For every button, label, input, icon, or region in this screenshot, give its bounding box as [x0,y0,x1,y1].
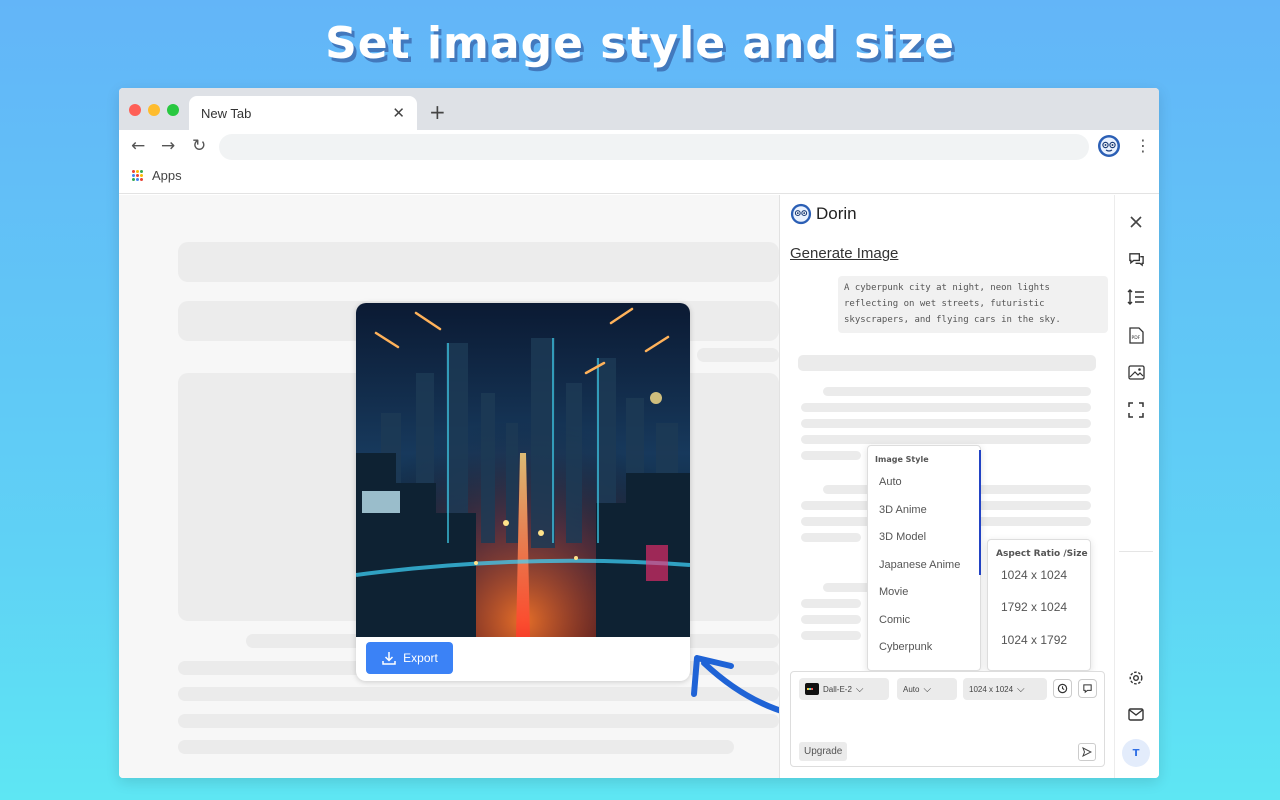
style-option-movie[interactable]: Movie [879,586,908,598]
composer: Dall-E-2 ⌵ Auto ⌵ 1024 x 1024 ⌵ Upgrade [790,671,1105,767]
loading-placeholder [801,631,861,640]
size-select-value: 1024 x 1024 [969,684,1014,694]
size-option-1024x1024[interactable]: 1024 x 1024 [1001,568,1067,582]
window-maximize-dot[interactable] [167,104,179,116]
sidebar-rail: PDF T [1114,195,1159,778]
window-close-dot[interactable] [129,104,141,116]
page-headline: Set image style and size [325,18,955,69]
style-select-value: Auto [903,684,920,694]
placeholder-line [697,348,779,362]
dorin-side-panel: Dorin Generate Image A cyberpunk city at… [779,195,1114,778]
settings-icon[interactable] [1127,669,1145,687]
model-logo-icon [805,683,819,695]
size-option-1792x1024[interactable]: 1792 x 1024 [1001,600,1067,614]
send-button[interactable] [1078,743,1096,761]
line-spacing-icon[interactable] [1127,288,1145,306]
style-option-3d-model[interactable]: 3D Model [879,531,926,543]
loading-placeholder [801,615,861,624]
history-button[interactable] [1053,679,1072,698]
menu-scroll-indicator [979,450,981,575]
style-option-japanese-anime[interactable]: Japanese Anime [879,559,960,571]
svg-text:PDF: PDF [1131,335,1140,341]
image-style-menu-title: Image Style [875,455,929,464]
chevron-down-icon: ⌵ [855,683,864,695]
size-option-1024x1792[interactable]: 1024 x 1792 [1001,633,1067,647]
mail-icon[interactable] [1127,705,1145,723]
image-style-menu: Image Style Auto 3D Anime 3D Model Japan… [867,445,981,671]
send-icon [1082,747,1092,757]
style-option-3d-anime[interactable]: 3D Anime [879,504,927,516]
chat-icon[interactable] [1127,250,1145,268]
history-icon [1057,683,1068,694]
placeholder-block [178,242,779,282]
loading-placeholder [801,419,1091,428]
tab-close-icon[interactable]: ✕ [392,104,405,122]
chat-bubble-icon [1083,684,1092,694]
model-select-value: Dall-E-2 [823,684,852,694]
back-icon[interactable]: ← [131,136,145,156]
prompt-message: A cyberpunk city at night, neon lights r… [838,276,1108,333]
new-tab-button[interactable]: + [429,100,446,124]
address-bar[interactable] [219,134,1089,160]
aspect-ratio-menu: Aspect Ratio /Size 1024 x 1024 1792 x 10… [987,539,1091,671]
style-option-comic[interactable]: Comic [879,614,910,626]
dorin-logo-icon [790,203,812,225]
browser-toolbar: ← → ↻ ⋮ [119,130,1159,166]
dorin-extension-icon[interactable] [1097,134,1121,162]
style-select[interactable]: Auto ⌵ [897,678,957,700]
reload-icon[interactable]: ↻ [192,136,206,156]
model-select[interactable]: Dall-E-2 ⌵ [799,678,889,700]
loading-placeholder [823,387,1091,396]
chevron-down-icon: ⌵ [1017,683,1025,695]
bookmark-apps-label[interactable]: Apps [152,168,182,183]
window-minimize-dot[interactable] [148,104,160,116]
loading-placeholder [801,403,1091,412]
placeholder-line [178,714,779,728]
image-icon[interactable] [1127,363,1145,381]
style-option-cyberpunk[interactable]: Cyberpunk [879,641,932,653]
export-label: Export [403,651,438,665]
pdf-icon[interactable]: PDF [1127,326,1145,344]
rail-divider [1119,551,1153,552]
loading-placeholder [801,435,1091,444]
dorin-brand: Dorin [790,203,857,225]
loading-placeholder [798,355,1096,371]
loading-placeholder [801,599,861,608]
generate-image-title[interactable]: Generate Image [790,245,898,262]
bookmarks-bar [119,166,1159,194]
generated-image-card: Export [356,303,690,681]
upgrade-button[interactable]: Upgrade [799,742,848,761]
tab-new-tab[interactable]: New Tab ✕ [189,96,417,130]
browser-window: New Tab ✕ + ← → ↻ ⋮ Apps Export Dorin Ge… [119,88,1159,778]
generated-cyberpunk-city-image[interactable] [356,303,690,637]
tab-title: New Tab [201,105,252,121]
tab-bar: New Tab ✕ + [119,88,1159,130]
user-avatar[interactable]: T [1122,739,1150,767]
new-chat-button[interactable] [1078,679,1097,698]
style-option-auto[interactable]: Auto [879,476,902,488]
loading-placeholder [801,533,861,542]
chevron-down-icon: ⌵ [923,683,932,695]
aspect-ratio-menu-title: Aspect Ratio /Size [996,549,1088,559]
apps-grid-icon[interactable] [132,170,144,182]
close-icon[interactable] [1127,213,1145,231]
loading-placeholder [801,451,861,460]
browser-menu-icon[interactable]: ⋮ [1135,136,1151,155]
placeholder-line [178,740,734,754]
export-button[interactable]: Export [366,642,453,674]
download-icon [382,652,396,665]
screenshot-icon[interactable] [1127,401,1145,419]
brand-name: Dorin [816,204,857,223]
placeholder-line [178,687,779,701]
size-select[interactable]: 1024 x 1024 ⌵ [963,678,1047,700]
forward-icon[interactable]: → [161,136,175,156]
